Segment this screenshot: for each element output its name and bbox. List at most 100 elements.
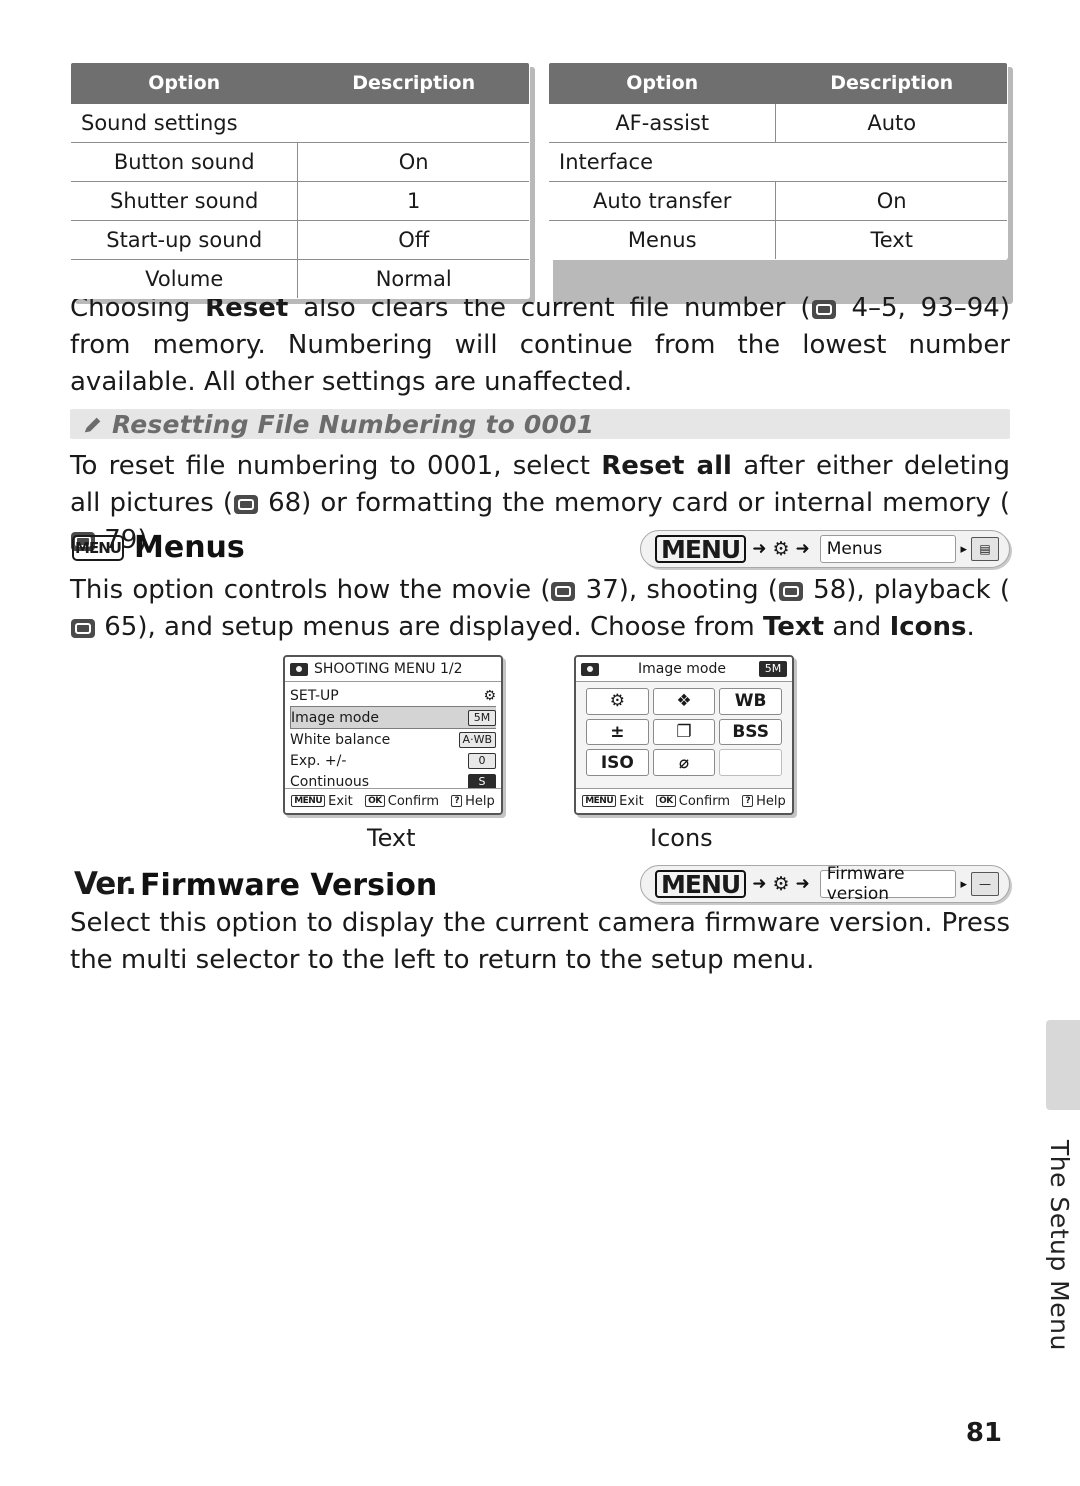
cell-description: Normal bbox=[297, 259, 529, 298]
version-badge-icon: Ver. bbox=[74, 866, 137, 902]
menu-button-icon: MENU bbox=[655, 535, 747, 563]
table-row: Interface bbox=[549, 142, 1007, 182]
group-label: Sound settings bbox=[71, 103, 529, 143]
exposure-icon[interactable]: ± bbox=[586, 718, 649, 746]
footer-label: Help bbox=[756, 793, 786, 809]
table-row: Start-up sound Off bbox=[71, 220, 529, 260]
table-row: AF-assist Auto bbox=[549, 103, 1007, 143]
menu-row-label: White balance bbox=[290, 731, 391, 748]
menus-text-c: ), playback ( bbox=[846, 575, 1011, 605]
footer-label: Help bbox=[465, 793, 495, 809]
wrench-icon: ⚙ bbox=[772, 538, 790, 560]
ok-chip-icon: OK bbox=[365, 795, 385, 807]
menu-row-white-balance[interactable]: White balance A·WB bbox=[290, 729, 496, 750]
cell-option: Volume bbox=[71, 259, 299, 298]
lcd-body: SET-UP ⚙ Image mode 5M White balance A·W… bbox=[285, 682, 501, 793]
reset-reference: 4–5, 93–94 bbox=[851, 293, 1000, 323]
menu-row-value: 5M bbox=[468, 709, 496, 726]
white-balance-icon[interactable]: WB bbox=[719, 688, 782, 715]
menu-chip-icon: MENU bbox=[291, 795, 326, 807]
firmware-display-icon: — bbox=[971, 872, 999, 896]
note-text-c: ) or formatting the memory card or inter… bbox=[301, 487, 1010, 518]
cell-option: Start-up sound bbox=[71, 220, 299, 260]
lcd-footer: MENU Exit OK Confirm ? Help bbox=[576, 788, 792, 813]
table-wrapper-left: Option Description Sound settings Button… bbox=[70, 62, 535, 304]
arrow-icon: ➜ bbox=[752, 874, 767, 894]
note-title: Resetting File Numbering to 0001 bbox=[112, 410, 595, 439]
wrench-icon: ⚙ bbox=[772, 873, 790, 895]
footer-label: Exit bbox=[328, 793, 353, 809]
menu-row-value: 0 bbox=[468, 752, 496, 769]
footer-label: Confirm bbox=[678, 793, 731, 809]
menu-row-image-mode[interactable]: Image mode 5M bbox=[290, 706, 496, 729]
lcd-icon-menu: Image mode 5M ⚙ ❖ WB ± ❐ BSS ISO ⌀ MENU … bbox=[574, 655, 794, 815]
menu-chip-icon: MENU bbox=[582, 795, 617, 807]
table-row: Menus Text bbox=[549, 220, 1007, 259]
lcd-footer: MENU Exit OK Confirm ? Help bbox=[285, 788, 501, 813]
menus-ref-3: 65 bbox=[104, 611, 138, 642]
menu-button-icon: MENU bbox=[655, 870, 747, 898]
footer-exit[interactable]: MENU Exit bbox=[291, 794, 353, 809]
cell-description: 1 bbox=[297, 181, 529, 221]
menu-row-label: SET-UP bbox=[290, 687, 339, 704]
section-title-menus: Menus bbox=[134, 530, 245, 565]
cell-description: Text bbox=[775, 220, 1007, 259]
continuous-icon[interactable]: ❐ bbox=[652, 718, 716, 746]
menus-text-f: . bbox=[966, 611, 975, 642]
arrow-icon: ➜ bbox=[795, 874, 810, 894]
page-reference-icon bbox=[71, 618, 95, 638]
chevron-right-icon: ▸ bbox=[960, 541, 967, 557]
column-header-description: Description bbox=[775, 63, 1007, 104]
column-header-option: Option bbox=[71, 63, 299, 104]
menus-paragraph: This option controls how the movie ( 37)… bbox=[70, 572, 1010, 646]
column-header-description: Description bbox=[297, 63, 529, 104]
arrow-icon: ➜ bbox=[795, 539, 810, 559]
image-mode-icon[interactable]: ❖ bbox=[652, 688, 716, 715]
menu-row-value: A·WB bbox=[458, 731, 496, 748]
cell-description: Off bbox=[297, 220, 529, 260]
footer-help[interactable]: ? Help bbox=[451, 793, 495, 809]
caption-icon-menu: Icons bbox=[650, 824, 713, 852]
no-image-icon[interactable]: ⌀ bbox=[652, 749, 716, 776]
menu-row-label: Exp. +/- bbox=[290, 752, 347, 769]
footer-confirm[interactable]: OK Confirm bbox=[365, 794, 439, 809]
table-row: Volume Normal bbox=[71, 259, 529, 298]
menu-row-setup[interactable]: SET-UP ⚙ bbox=[290, 685, 496, 706]
cell-option: Auto transfer bbox=[549, 181, 777, 221]
firmware-paragraph: Select this option to display the curren… bbox=[70, 908, 1010, 975]
table-wrapper-right: Option Description AF-assist Auto Interf… bbox=[548, 62, 1013, 304]
menus-bold-text: Text bbox=[762, 611, 825, 642]
lcd-title: SHOOTING MENU 1/2 bbox=[314, 661, 463, 677]
cell-option: Button sound bbox=[71, 142, 299, 182]
note-text-a: To reset file numbering to 0001, select bbox=[70, 451, 602, 481]
footer-label: Exit bbox=[619, 793, 644, 809]
footer-help[interactable]: ? Help bbox=[742, 793, 786, 809]
menu-row-exposure[interactable]: Exp. +/- 0 bbox=[290, 750, 496, 771]
menus-text-b: ), shooting ( bbox=[618, 575, 778, 605]
wrench-icon: ⚙ bbox=[483, 687, 496, 704]
footer-exit[interactable]: MENU Exit bbox=[582, 794, 644, 809]
lcd-title-bar: Image mode 5M bbox=[576, 657, 792, 682]
cell-option: Menus bbox=[549, 220, 777, 259]
iso-icon[interactable]: ISO bbox=[586, 749, 649, 776]
page-reference-icon bbox=[778, 582, 803, 601]
breadcrumb-field: Menus bbox=[819, 535, 957, 563]
icon-grid: ⚙ ❖ WB ± ❐ BSS ISO ⌀ bbox=[576, 682, 792, 782]
menus-ref-2: 58 bbox=[813, 575, 847, 605]
manual-page: Option Description Sound settings Button… bbox=[0, 0, 1080, 1486]
cell-description: On bbox=[297, 142, 529, 182]
wrench-icon[interactable]: ⚙ bbox=[586, 688, 649, 715]
cell-description: On bbox=[775, 181, 1007, 221]
option-tables: Option Description Sound settings Button… bbox=[70, 62, 1013, 304]
table-header-row: Option Description bbox=[71, 63, 529, 104]
bss-icon[interactable]: BSS bbox=[719, 718, 782, 746]
pencil-icon bbox=[84, 417, 101, 433]
image-size-badge: 5M bbox=[759, 661, 787, 677]
column-header-option: Option bbox=[549, 63, 777, 104]
menus-text-a: This option controls how the movie ( bbox=[70, 575, 551, 605]
menu-display-icon: ▤ bbox=[971, 537, 999, 561]
reset-paragraph: Choosing Reset also clears the current f… bbox=[70, 290, 1010, 401]
footer-confirm[interactable]: OK Confirm bbox=[656, 794, 730, 809]
page-reference-icon bbox=[811, 300, 836, 319]
page-reference-icon bbox=[234, 494, 258, 514]
